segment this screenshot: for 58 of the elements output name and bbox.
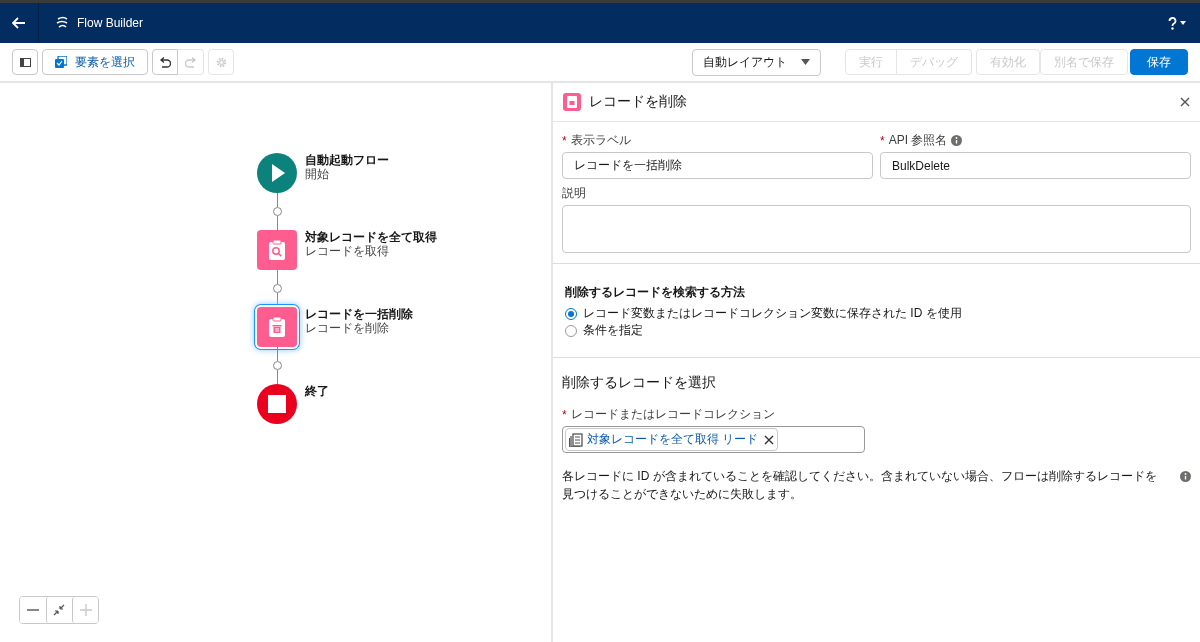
description-textarea[interactable] <box>562 205 1191 253</box>
panel-icon <box>19 57 31 67</box>
record-collection-field[interactable]: 対象レコードを全て取得 リード <box>562 426 865 453</box>
field-label: API 参照名 <box>888 132 948 149</box>
section-heading: 削除するレコードを検索する方法 <box>565 284 746 301</box>
start-node-icon[interactable] <box>257 153 297 193</box>
field-label: 表示ラベル <box>570 132 631 149</box>
flow-logo-icon <box>55 16 69 30</box>
node-type-label: レコードを取得 <box>305 244 390 258</box>
node-title[interactable]: 対象レコードを全て取得 <box>305 230 437 244</box>
close-icon <box>764 434 775 445</box>
node-title[interactable]: 終了 <box>305 384 329 398</box>
caret-icon <box>801 59 810 65</box>
section-heading: 削除するレコードを選択 <box>562 374 717 392</box>
node-type-label: レコードを削除 <box>305 321 390 335</box>
node-title[interactable]: 自動起動フロー <box>305 153 389 167</box>
checkbox-stack-icon <box>55 56 67 68</box>
connector-point[interactable] <box>272 207 282 216</box>
panel-title: レコードを削除 <box>589 93 688 111</box>
get-records-node-icon[interactable] <box>257 230 297 270</box>
close-icon <box>1180 97 1190 107</box>
connector-point[interactable] <box>272 361 282 370</box>
label-input[interactable]: レコードを一括削除 <box>562 152 873 179</box>
select-elements-button[interactable]: 要素を選択 <box>42 49 148 75</box>
delete-records-icon <box>563 93 581 111</box>
radio-label[interactable]: レコード変数またはレコードコレクション変数に保存された ID を使用 <box>583 305 962 322</box>
caret-icon <box>1180 21 1186 25</box>
layout-dropdown[interactable]: 自動レイアウト <box>692 48 821 76</box>
close-button[interactable] <box>1180 97 1190 107</box>
record-collection-icon <box>569 432 583 447</box>
remove-pill-button[interactable] <box>762 434 775 445</box>
arrows-inward-icon <box>52 604 67 616</box>
delete-records-node-icon[interactable] <box>257 307 297 347</box>
node-title[interactable]: レコードを一括削除 <box>305 307 413 321</box>
help-text: 各レコードに ID が含まれていることを確認してください。含まれていない場合、フローは削除するレコードを見つけることができないために失敗します。 <box>562 468 1158 503</box>
back-arrow-icon <box>12 17 26 29</box>
info-icon <box>951 135 963 146</box>
field-label: レコードまたはレコードコレクション <box>570 406 775 423</box>
node-type-label: 開始 <box>305 167 330 181</box>
app-title: Flow Builder <box>77 16 144 30</box>
help-icon <box>1168 16 1177 30</box>
end-node-icon[interactable] <box>257 384 297 424</box>
plus-icon <box>78 604 93 616</box>
required-asterisk: * <box>562 133 567 148</box>
sidebar-toggle-button[interactable] <box>12 49 38 75</box>
help-menu-button[interactable] <box>1168 16 1186 30</box>
info-icon <box>1180 471 1191 482</box>
redo-icon <box>184 56 197 68</box>
action-button[interactable]: 保存 <box>1130 49 1188 75</box>
field-label: 説明 <box>562 185 586 202</box>
connector-point[interactable] <box>272 284 282 293</box>
radio-label[interactable]: 条件を指定 <box>583 322 643 339</box>
undo-icon <box>159 56 171 68</box>
api-name-input[interactable]: BulkDelete <box>880 152 1191 179</box>
required-asterisk: * <box>562 407 567 422</box>
required-asterisk: * <box>880 133 885 148</box>
gear-icon <box>215 56 227 68</box>
undo-button[interactable] <box>152 49 178 75</box>
